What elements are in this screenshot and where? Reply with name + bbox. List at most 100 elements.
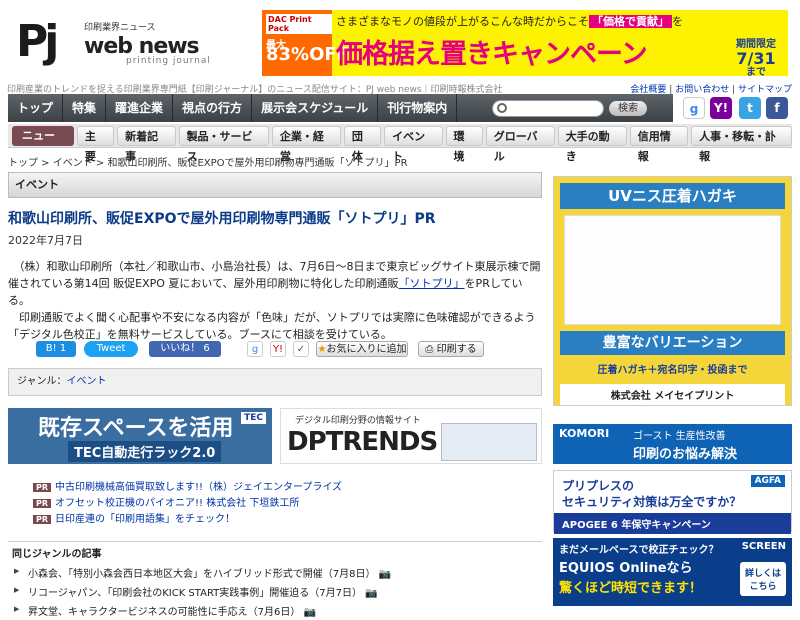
twitter-icon[interactable]: t xyxy=(739,97,761,119)
article-paragraph-1: （株）和歌山印刷所（本社／和歌山市、小島治社長）は、7月6日～8日まで東京ビッグ… xyxy=(8,258,542,309)
google-icon[interactable]: g xyxy=(683,97,705,119)
nav-publications[interactable]: 刊行物案内 xyxy=(378,94,458,122)
site-header: Pj 印刷業界ニュース web news printing journal DA… xyxy=(0,0,800,80)
related-item-text[interactable]: 昇文堂、キャラクタービジネスの可能性に手応え（7月6日） xyxy=(28,607,300,618)
header-banner-ad[interactable]: DAC Print Pack 最大 83%OFF さまざまなモノの値段が上がるこ… xyxy=(262,10,788,76)
article-main: イベント 和歌山印刷所、販促EXPOで屋外用印刷物専門通販「ソトプリ」PR 20… xyxy=(8,172,542,343)
uv-ad-title: UVニス圧着ハガキ xyxy=(560,183,785,209)
yahoo-share-icon[interactable]: Y! xyxy=(270,341,286,357)
sidebar-ad-komori[interactable]: KOMORI ゴースト 生産性改善 印刷のお悩み解決 xyxy=(553,424,792,464)
subnav-personnel[interactable]: 人事・移転・訃報 xyxy=(691,125,793,163)
pr-badge: PR xyxy=(33,483,52,492)
subnav-majors[interactable]: 大手の動き xyxy=(557,125,627,163)
search-input[interactable] xyxy=(492,100,604,117)
dp-trends-screenshot xyxy=(441,423,537,461)
subnav-products[interactable]: 製品・サービス xyxy=(178,125,269,163)
sidebar-ad-uv-postcard[interactable]: UVニス圧着ハガキ 豊富なバリエーション 圧着ハガキ＋宛名印字・投函まで 株式会… xyxy=(553,176,792,406)
hatena-bookmark-button[interactable]: B! 1 xyxy=(36,341,76,357)
agfa-line-1: プリプレスの xyxy=(562,479,635,493)
komori-brand: KOMORI xyxy=(559,427,610,440)
search-button[interactable]: 検索 xyxy=(609,101,647,116)
subnav-environment[interactable]: 環境 xyxy=(445,125,483,163)
breadcrumb[interactable]: トップ > イベント > 和歌山印刷所、販促EXPOで屋外用印刷物専門通販「ソト… xyxy=(8,154,408,169)
print-button[interactable]: ⎙ 印刷する xyxy=(418,341,484,357)
banner-top-highlight: 「価格で貢献」 xyxy=(589,15,672,28)
banner-top-text: さまざまなモノの値段が上がるこんな時だからこそ 「価格で貢献」を xyxy=(336,13,683,29)
related-item[interactable]: 昇文堂、キャラクタービジネスの可能性に手応え（7月6日） 📷 xyxy=(8,601,542,620)
pr-link-text[interactable]: 中古印刷機械高価買取致します!!（株）ジェイエンタープライズ xyxy=(55,482,342,493)
subnav-groups[interactable]: 団体 xyxy=(343,125,382,163)
logo-pj: Pj xyxy=(16,16,59,67)
komori-tags: ゴースト 生産性改善 xyxy=(633,431,726,442)
pr-link-text[interactable]: オフセット校正機のパイオニア!! 株式会社 下垣鉄工所 xyxy=(55,498,299,509)
article-body: （株）和歌山印刷所（本社／和歌山市、小島治社長）は、7月6日～8日まで東京ビッグ… xyxy=(8,258,542,343)
banner-period-date: 7/31 xyxy=(736,49,776,68)
related-item[interactable]: 小森会、「特別小森会西日本地区大会」をハイブリッド形式で開催（7月8日） 📷 xyxy=(8,563,542,582)
screen-ad-main: EQUIOS Onlineなら xyxy=(559,561,693,576)
logo-printing-journal: printing journal xyxy=(126,56,211,66)
sidebar-ad-screen-equios[interactable]: まだメールベースで校正チェック？ SCREEN EQUIOS Onlineなら … xyxy=(553,538,792,606)
nav-exhibitions[interactable]: 展示会スケジュール xyxy=(252,94,379,122)
subnav-news[interactable]: ニュース xyxy=(12,125,74,162)
print-icon: ⎙ xyxy=(425,344,434,355)
komori-headline: 印刷のお悩み解決 xyxy=(633,447,738,462)
checkbox-icon[interactable]: ✓ xyxy=(293,341,309,357)
article-title: 和歌山印刷所、販促EXPOで屋外用印刷物専門通販「ソトプリ」PR xyxy=(8,211,436,227)
genre-bar: ジャンル：イベント xyxy=(8,368,542,396)
genre-link[interactable]: イベント xyxy=(67,376,107,387)
camera-icon: 📷 xyxy=(303,607,316,618)
logo-subtitle: 印刷業界ニュース xyxy=(84,23,156,33)
pr-link-shimogaki[interactable]: PR オフセット校正機のパイオニア!! 株式会社 下垣鉄工所 xyxy=(33,494,299,509)
sidebar-ad-agfa[interactable]: プリプレスの AGFA セキュリティ対策は万全ですか？ APOGEE 6 年保守… xyxy=(553,470,792,534)
related-item-text[interactable]: 小森会、「特別小森会西日本地区大会」をハイブリッド形式で開催（7月8日） xyxy=(28,569,376,580)
related-item-text[interactable]: リコージャパン、「印刷会社のKICK START実践事例」開催迫る（7月7日） xyxy=(28,588,362,599)
subnav-business[interactable]: 企業・経営 xyxy=(271,125,341,163)
genre-label: ジャンル： xyxy=(17,376,67,387)
nav-companies[interactable]: 躍進企業 xyxy=(106,94,174,122)
nav-viewpoint[interactable]: 視点の行方 xyxy=(173,94,253,122)
article-date: 2022年7月7日 xyxy=(8,234,83,247)
pr-link-glossary[interactable]: PR 日印産連の「印刷用語集」をチェック！ xyxy=(33,510,235,525)
subnav-credit[interactable]: 信用情報 xyxy=(629,125,689,163)
agfa-campaign: APOGEE 6 年保守キャンペーン xyxy=(554,513,791,534)
favorite-button[interactable]: ★お気に入りに追加 xyxy=(316,341,408,357)
banner-period-tail: まで xyxy=(746,67,766,76)
tec-rack-ad[interactable]: 既存スペースを活用 TEC自動走行ラック2.0 TEC xyxy=(8,408,272,464)
nav-top[interactable]: トップ xyxy=(8,94,64,122)
pr-link-jenterprise[interactable]: PR 中古印刷機械高価買取致します!!（株）ジェイエンタープライズ xyxy=(33,478,342,493)
agfa-line-2: セキュリティ対策は万全ですか？ xyxy=(562,495,742,509)
article-paragraph-2: 印刷通販でよく聞く心配事や不安になる内容が「色味」だが、ソトプリでは実際に色味確… xyxy=(8,309,542,343)
nav-feature[interactable]: 特集 xyxy=(63,94,107,122)
site-logo[interactable]: Pj 印刷業界ニュース web news printing journal xyxy=(14,16,254,68)
subnav-new[interactable]: 新着記事 xyxy=(117,125,176,163)
sotopuri-link[interactable]: 「ソトプリ」 xyxy=(399,277,465,290)
facebook-like-button[interactable]: いいね！ 6 xyxy=(149,341,221,357)
pr-link-text[interactable]: 日印産連の「印刷用語集」をチェック！ xyxy=(55,514,235,525)
header-link-contact[interactable]: お問い合わせ xyxy=(675,85,729,95)
camera-icon: 📷 xyxy=(365,588,378,599)
dp-trends-ad[interactable]: デジタル印刷分野の情報サイト DPTRENDS xyxy=(280,408,542,464)
paragraph-2-text: 印刷通販でよく聞く心配事や不安になる内容が「色味」だが、ソトプリでは実際に色味確… xyxy=(8,311,536,341)
uv-ad-detail: 圧着ハガキ＋宛名印字・投函まで xyxy=(597,365,748,376)
favorite-label: お気に入りに追加 xyxy=(326,344,407,355)
screen-ad-sub: 驚くほど時短できます！ xyxy=(559,581,703,596)
google-share-icon[interactable]: g xyxy=(247,341,263,357)
tec-brand: TEC xyxy=(241,412,266,424)
subnav-events[interactable]: イベント xyxy=(384,125,443,163)
uv-ad-variation: 豊富なバリエーション xyxy=(560,331,785,355)
subnav-main[interactable]: 主要 xyxy=(76,125,115,163)
header-link-sitemap[interactable]: サイトマップ xyxy=(738,85,792,95)
sub-nav: ニュース 主要 新着記事 製品・サービス 企業・経営 団体 イベント 環境 グロ… xyxy=(8,124,793,163)
screen-brand: SCREEN xyxy=(741,541,786,552)
subnav-global[interactable]: グローバル xyxy=(485,125,555,163)
related-item[interactable]: リコージャパン、「印刷会社のKICK START実践事例」開催迫る（7月7日） … xyxy=(8,582,542,601)
dp-trends-logo: DPTRENDS xyxy=(287,427,438,457)
tweet-button[interactable]: Tweet xyxy=(84,341,138,357)
category-header: イベント xyxy=(8,172,542,198)
facebook-icon[interactable]: f xyxy=(766,97,788,119)
banner-period: 期間限定 7/31 まで xyxy=(728,38,784,76)
tec-ad-subtitle: TEC自動走行ラック2.0 xyxy=(68,441,222,462)
screen-ad-button[interactable]: 詳しくは こちら xyxy=(740,562,786,596)
tec-ad-title: 既存スペースを活用 xyxy=(38,416,234,441)
yahoo-icon[interactable]: Y! xyxy=(710,97,732,119)
